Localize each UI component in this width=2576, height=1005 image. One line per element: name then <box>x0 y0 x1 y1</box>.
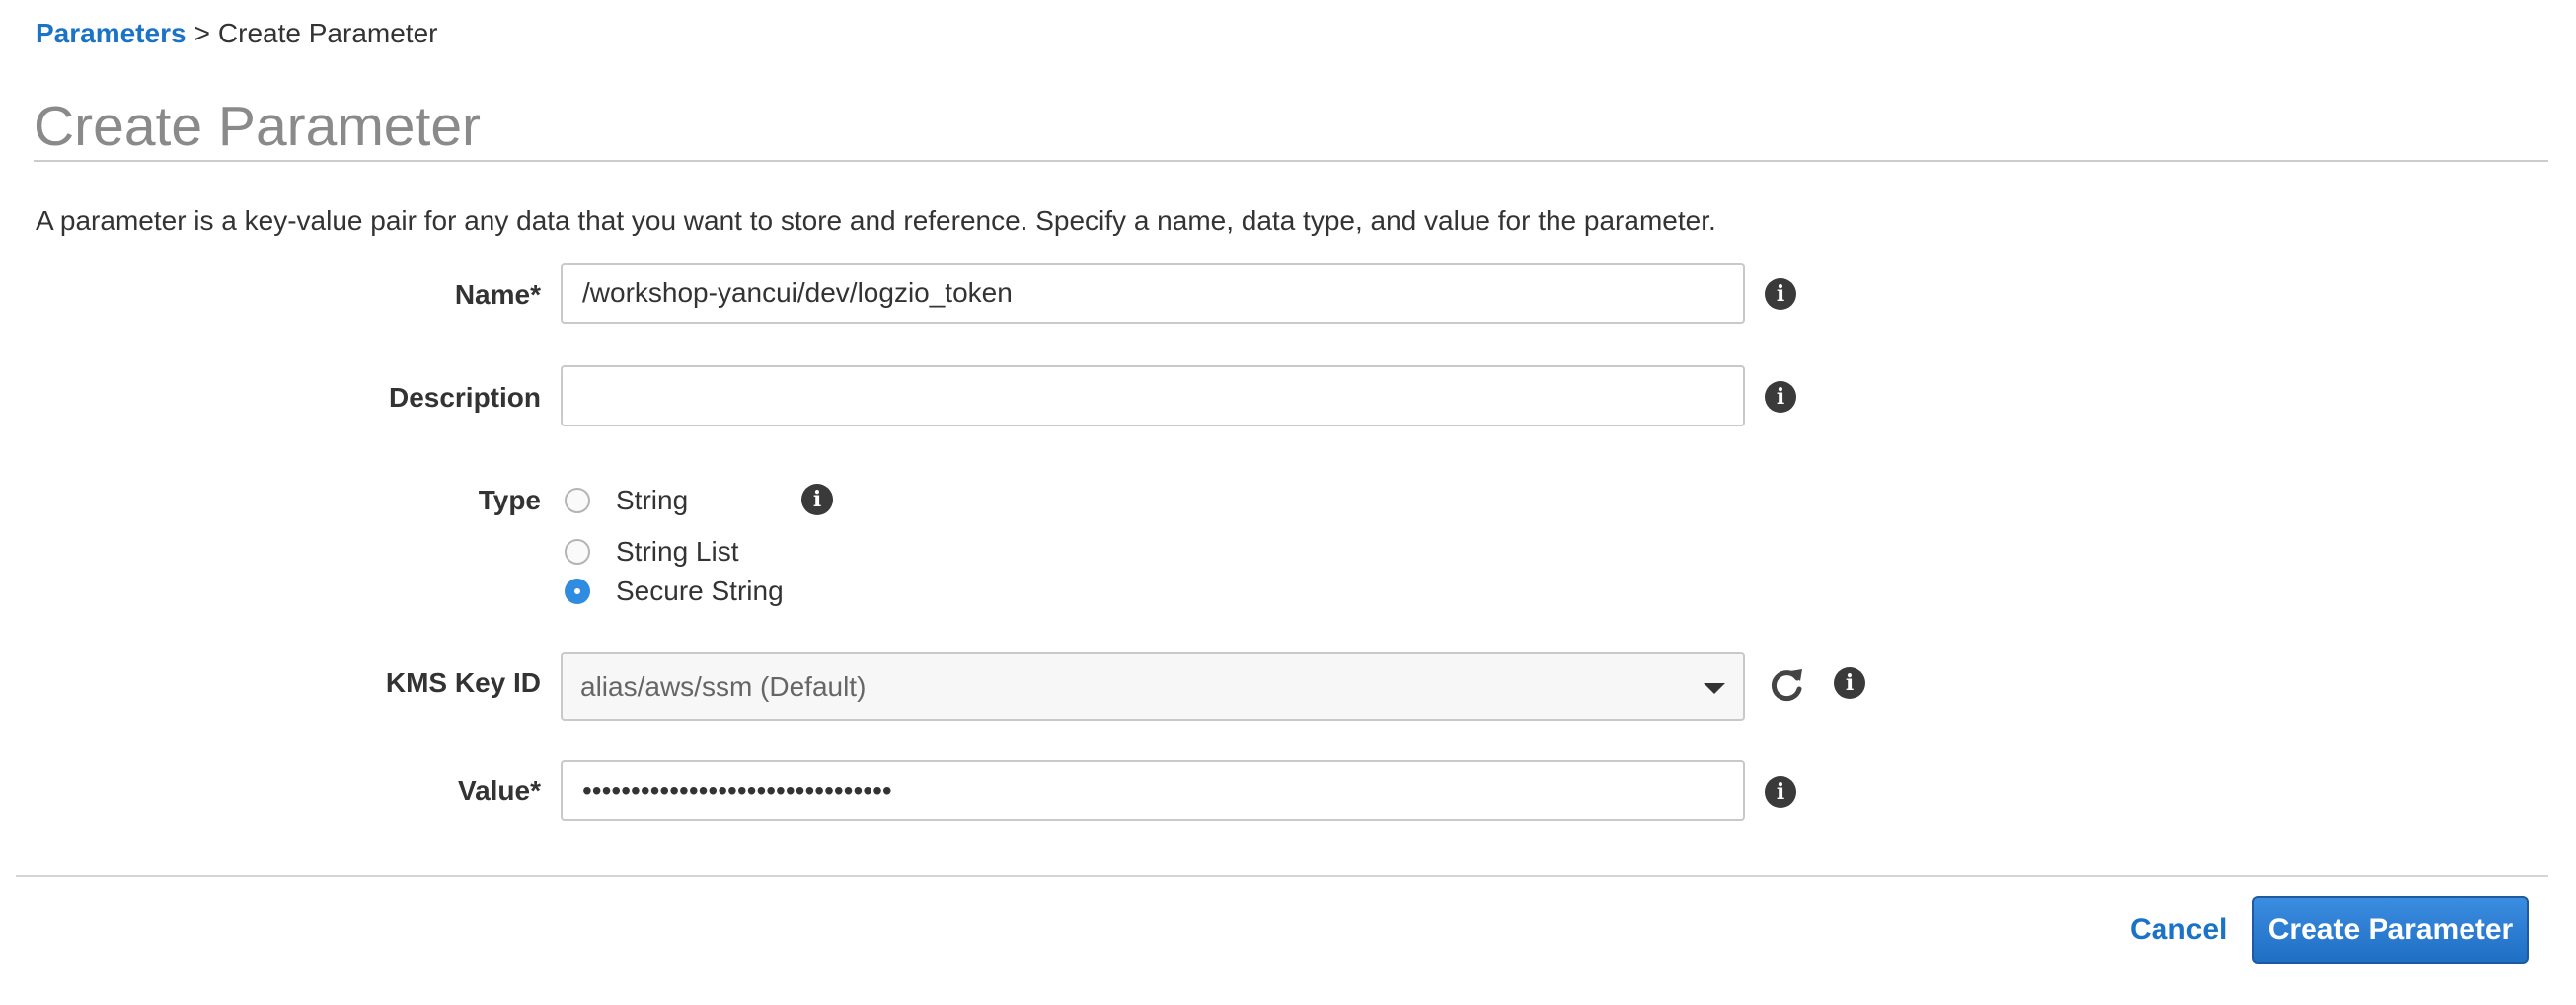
breadcrumb: Parameters > Create Parameter <box>36 16 437 51</box>
name-input[interactable] <box>561 263 1745 324</box>
breadcrumb-parameters-link[interactable]: Parameters <box>36 18 187 48</box>
radio-string-list[interactable] <box>565 539 590 565</box>
radio-secure-string[interactable] <box>565 579 590 604</box>
description-label: Description <box>388 382 541 413</box>
type-option-secure-string[interactable]: Secure String <box>565 574 784 609</box>
type-option-string[interactable]: String <box>565 483 688 518</box>
radio-string-list-label: String List <box>616 536 739 567</box>
breadcrumb-current: Create Parameter <box>217 18 438 48</box>
breadcrumb-separator: > <box>193 18 210 48</box>
chevron-down-icon <box>1704 683 1725 694</box>
value-info-icon[interactable]: i <box>1765 776 1796 808</box>
cancel-button[interactable]: Cancel <box>2122 910 2235 950</box>
value-label: Value* <box>457 775 541 806</box>
description-input[interactable] <box>561 365 1745 426</box>
footer-divider <box>16 875 2548 877</box>
radio-string[interactable] <box>565 488 590 513</box>
kms-key-info-icon[interactable]: i <box>1834 667 1865 699</box>
create-parameter-button[interactable]: Create Parameter <box>2252 896 2529 964</box>
radio-string-label: String <box>616 485 689 515</box>
kms-key-label: KMS Key ID <box>385 667 541 698</box>
type-info-icon[interactable]: i <box>801 484 833 515</box>
value-input[interactable] <box>561 760 1745 821</box>
kms-key-selected-value: alias/aws/ssm (Default) <box>580 671 867 702</box>
title-divider <box>34 160 2548 162</box>
page-title: Create Parameter <box>34 95 482 158</box>
type-option-string-list[interactable]: String List <box>565 534 739 570</box>
intro-text: A parameter is a key-value pair for any … <box>36 205 1716 236</box>
kms-key-select[interactable]: alias/aws/ssm (Default) <box>561 652 1745 721</box>
description-info-icon[interactable]: i <box>1765 381 1796 413</box>
name-info-icon[interactable]: i <box>1765 278 1796 310</box>
refresh-icon[interactable] <box>1767 665 1806 705</box>
type-label: Type <box>478 485 541 515</box>
radio-secure-string-label: Secure String <box>616 576 784 606</box>
name-label: Name* <box>454 279 541 310</box>
